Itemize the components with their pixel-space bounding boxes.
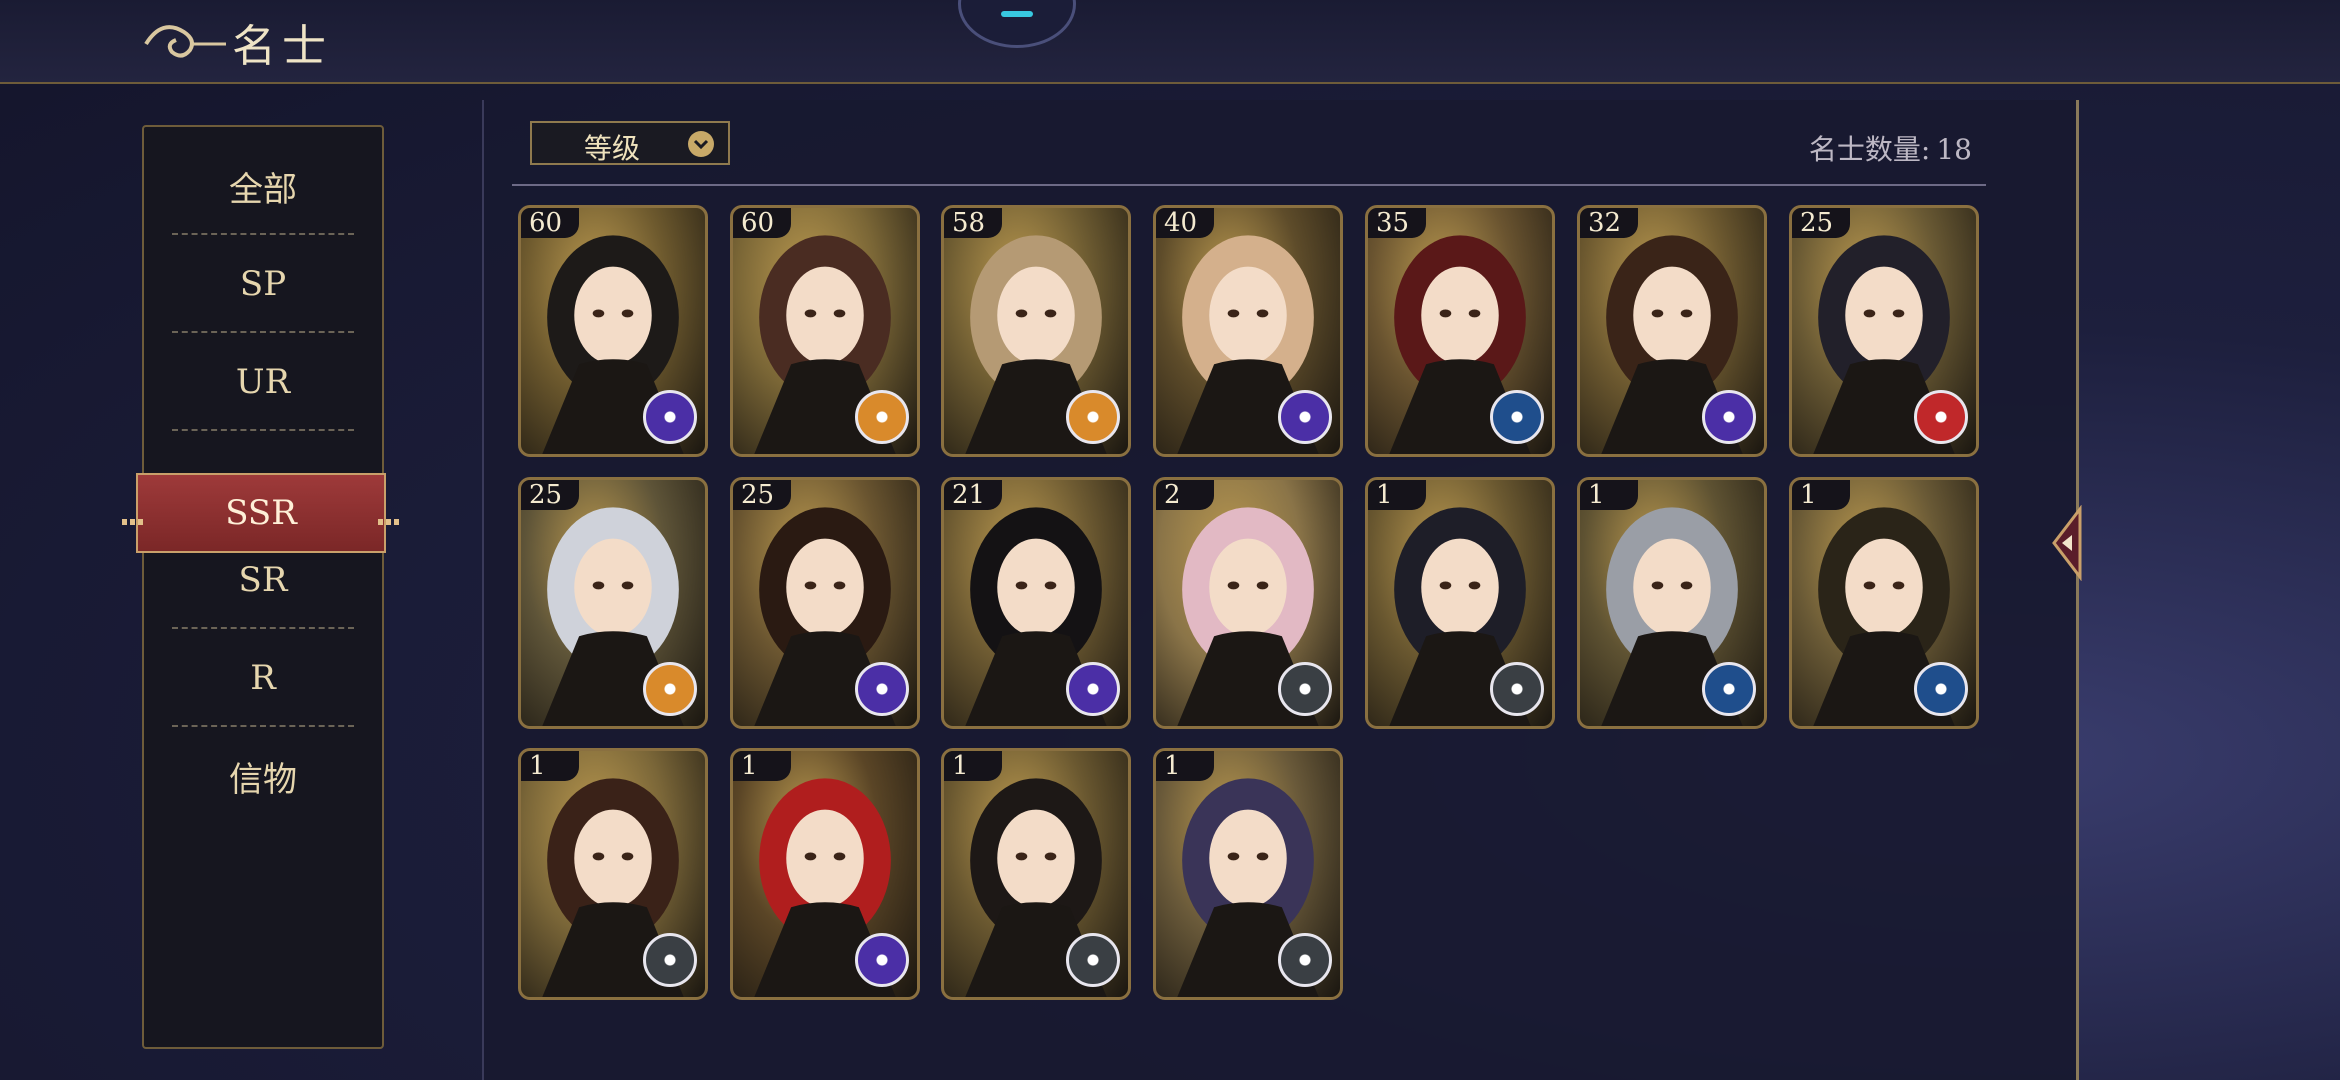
filter-label: SSR xyxy=(225,493,297,533)
level-tag: 25 xyxy=(1792,208,1850,238)
divider xyxy=(512,184,1986,186)
element-badge-icon xyxy=(1702,662,1756,716)
character-card[interactable]: 1 xyxy=(1789,477,1979,729)
active-deco-right xyxy=(378,519,400,525)
level-tag: 1 xyxy=(733,751,791,781)
element-badge-icon xyxy=(643,390,697,444)
character-card[interactable]: 35 xyxy=(1365,205,1555,457)
filter-label: 全部 xyxy=(229,169,297,210)
level-tag: 25 xyxy=(733,480,791,510)
character-card[interactable]: 25 xyxy=(1789,205,1979,457)
page-title: 名士 xyxy=(232,21,332,72)
character-card[interactable]: 25 xyxy=(518,477,708,729)
level-tag: 58 xyxy=(944,208,1002,238)
sort-label: 等级 xyxy=(584,132,641,165)
level-tag: 1 xyxy=(1792,480,1850,510)
filter-sr[interactable]: SR xyxy=(144,531,382,629)
character-card[interactable]: 58 xyxy=(941,205,1131,457)
header-bar: 名士 xyxy=(0,0,2340,84)
level-tag: 25 xyxy=(521,480,579,510)
element-badge-icon xyxy=(1278,390,1332,444)
element-badge-icon xyxy=(1066,662,1120,716)
character-card[interactable]: 25 xyxy=(730,477,920,729)
character-card[interactable]: 32 xyxy=(1577,205,1767,457)
character-card[interactable]: 1 xyxy=(1153,748,1343,1000)
character-card[interactable]: 1 xyxy=(518,748,708,1000)
filter-label: 信物 xyxy=(229,759,297,800)
character-card[interactable]: 60 xyxy=(518,205,708,457)
character-card[interactable]: 21 xyxy=(941,477,1131,729)
roster-count: 名士数量: 18 xyxy=(1803,128,1972,168)
level-tag: 40 xyxy=(1156,208,1214,238)
element-badge-icon xyxy=(1490,662,1544,716)
rarity-filter-sidebar: 全部 SP UR SSR SR R 信物 xyxy=(122,125,400,1049)
level-tag: 1 xyxy=(1580,480,1638,510)
element-badge-icon xyxy=(1278,662,1332,716)
filter-label: SP xyxy=(239,264,287,304)
character-card[interactable]: 1 xyxy=(1365,477,1555,729)
character-card[interactable]: 60 xyxy=(730,205,920,457)
character-card[interactable]: 2 xyxy=(1153,477,1343,729)
element-badge-icon xyxy=(643,933,697,987)
filter-token[interactable]: 信物 xyxy=(144,727,382,825)
count-label: 名士数量: xyxy=(1808,133,1931,166)
character-card[interactable]: 1 xyxy=(730,748,920,1000)
element-badge-icon xyxy=(1066,390,1120,444)
level-tag: 1 xyxy=(1368,480,1426,510)
filter-label: UR xyxy=(235,362,291,402)
filter-sp[interactable]: SP xyxy=(144,235,382,333)
element-badge-icon xyxy=(855,662,909,716)
level-tag: 32 xyxy=(1580,208,1638,238)
element-badge-icon xyxy=(1490,390,1544,444)
element-badge-icon xyxy=(1278,933,1332,987)
element-badge-icon xyxy=(1914,662,1968,716)
level-tag: 60 xyxy=(733,208,791,238)
side-collapse-button[interactable] xyxy=(2046,504,2088,582)
character-card[interactable]: 1 xyxy=(1577,477,1767,729)
character-card[interactable]: 40 xyxy=(1153,205,1343,457)
level-tag: 2 xyxy=(1156,480,1214,510)
filter-r[interactable]: R xyxy=(144,629,382,727)
element-badge-icon xyxy=(1066,933,1120,987)
element-badge-icon xyxy=(1914,390,1968,444)
level-tag: 1 xyxy=(944,751,1002,781)
filter-label: SR xyxy=(238,560,288,600)
filter-label: R xyxy=(250,658,276,698)
chevron-left-icon xyxy=(2052,504,2082,582)
element-badge-icon xyxy=(855,390,909,444)
level-tag: 21 xyxy=(944,480,1002,510)
cloud-emblem-icon xyxy=(144,25,226,58)
level-tag: 1 xyxy=(521,751,579,781)
level-tag: 60 xyxy=(521,208,579,238)
character-card[interactable]: 1 xyxy=(941,748,1131,1000)
count-value: 18 xyxy=(1936,133,1972,166)
element-badge-icon xyxy=(643,662,697,716)
chevron-down-icon xyxy=(688,131,714,157)
level-tag: 1 xyxy=(1156,751,1214,781)
level-tag: 35 xyxy=(1368,208,1426,238)
active-deco-left xyxy=(122,519,144,525)
sort-dropdown[interactable]: 等级 xyxy=(530,121,730,165)
element-badge-icon xyxy=(1702,390,1756,444)
filter-all[interactable]: 全部 xyxy=(144,137,382,235)
element-badge-icon xyxy=(855,933,909,987)
filter-ur[interactable]: UR xyxy=(144,333,382,431)
